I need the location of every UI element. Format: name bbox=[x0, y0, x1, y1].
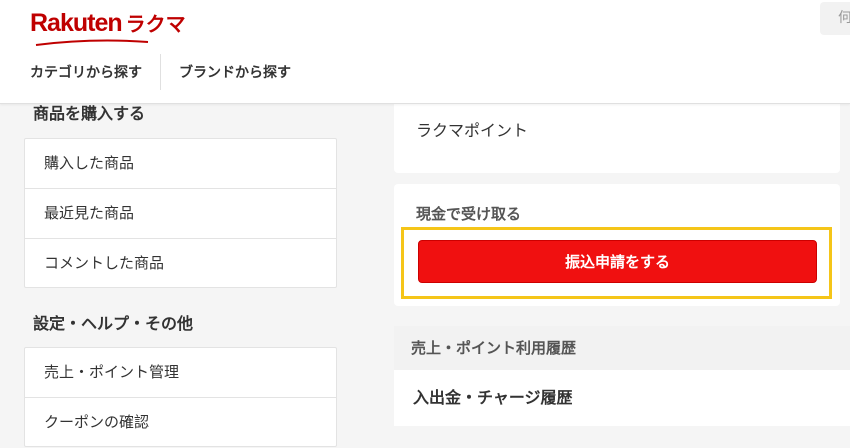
settings-menu: 売上・ポイント管理 クーポンの確認 bbox=[24, 347, 337, 447]
point-card: ラクマポイント bbox=[394, 95, 840, 173]
search-input[interactable]: 何 bbox=[820, 2, 850, 35]
logo-rakuten-text: Rakuten bbox=[30, 9, 123, 37]
purchase-menu: 購入した商品 最近見た商品 コメントした商品 bbox=[24, 138, 337, 288]
nav-divider bbox=[160, 54, 161, 90]
rakuma-point-label: ラクマポイント bbox=[416, 121, 529, 140]
rakuma-logo[interactable]: Rakuten ラクマ bbox=[30, 8, 186, 46]
history-card: 売上・ポイント利用履歴 入出金・チャージ履歴 bbox=[394, 326, 850, 426]
logo-swoosh-icon bbox=[35, 39, 149, 46]
menu-item-coupons[interactable]: クーポンの確認 bbox=[25, 398, 336, 448]
nav-category-search[interactable]: カテゴリから探す bbox=[30, 62, 142, 82]
menu-item-sales-points[interactable]: 売上・ポイント管理 bbox=[25, 348, 336, 398]
header-nav: カテゴリから探す ブランドから探す bbox=[30, 54, 291, 90]
settings-section-title: 設定・ヘルプ・その他 bbox=[33, 314, 194, 333]
site-header: Rakuten ラクマ 何 カテゴリから探す ブランドから探す bbox=[0, 0, 850, 104]
transfer-request-button[interactable]: 振込申請をする bbox=[418, 240, 817, 283]
menu-item-commented[interactable]: コメントした商品 bbox=[25, 239, 336, 289]
nav-brand-search[interactable]: ブランドから探す bbox=[179, 62, 291, 82]
cash-receive-title: 現金で受け取る bbox=[416, 205, 522, 223]
logo-rakuma-text: ラクマ bbox=[125, 12, 186, 36]
menu-item-recently-viewed[interactable]: 最近見た商品 bbox=[25, 189, 336, 239]
menu-item-purchased[interactable]: 購入した商品 bbox=[25, 139, 336, 189]
history-section-header: 売上・ポイント利用履歴 bbox=[394, 326, 850, 370]
history-deposit-withdrawal-link[interactable]: 入出金・チャージ履歴 bbox=[413, 384, 573, 408]
